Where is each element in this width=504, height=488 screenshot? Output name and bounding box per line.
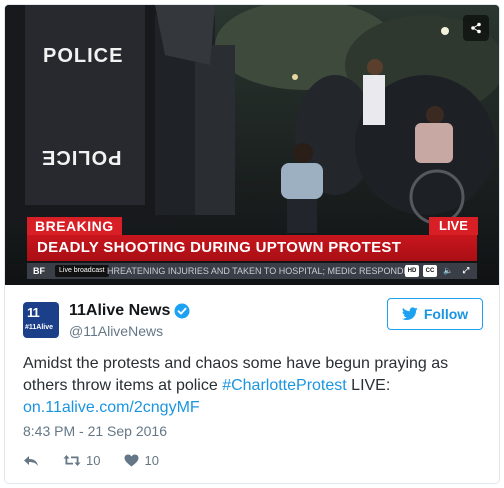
twitter-bird-icon (401, 307, 418, 320)
retweet-icon (63, 455, 81, 466)
verified-badge-icon (174, 303, 190, 319)
live-tag: LIVE (429, 217, 478, 235)
broadcast-headline: DEADLY SHOOTING DURING UPTOWN PROTEST (27, 235, 477, 261)
like-count: 10 (144, 453, 159, 468)
tweet-text-line1: Amidst the protests and chaos some have … (23, 355, 449, 372)
retweet-count: 10 (86, 453, 101, 468)
reply-button[interactable] (23, 455, 39, 467)
avatar-tag: #11Alive (25, 324, 54, 331)
video-player[interactable]: POLICE POLICE BREAKING LIVE DEADLY SHOOT… (5, 5, 499, 285)
follow-button[interactable]: Follow (387, 298, 483, 330)
fullscreen-icon[interactable]: ⤢ (459, 265, 473, 277)
tweet-text-live: LIVE: (346, 377, 391, 394)
police-shield-text: POLICE (43, 45, 124, 67)
police-shield-text-reflection: POLICE (41, 146, 122, 168)
breaking-label: BREAKING (27, 217, 122, 235)
ticker-text: HREATENING INJURIES AND TAKEN TO HOSPITA… (107, 266, 420, 276)
like-button[interactable]: 10 (124, 453, 159, 468)
share-button[interactable] (463, 15, 489, 41)
avatar[interactable]: 11 #11Alive (23, 302, 59, 338)
tweet-actions: 10 10 (23, 453, 183, 468)
avatar-number: 11 (27, 305, 40, 320)
tweet-text: Amidst the protests and chaos some have … (23, 353, 487, 419)
tweet-card: POLICE POLICE BREAKING LIVE DEADLY SHOOT… (4, 4, 500, 484)
account-name-row: 11Alive News (69, 302, 190, 320)
player-controls: HD CC 🔈 ⤢ (405, 265, 473, 277)
tweet-timestamp[interactable]: 8:43 PM - 21 Sep 2016 (23, 423, 167, 439)
follow-button-label: Follow (423, 306, 469, 322)
account-handle[interactable]: @11AliveNews (69, 323, 163, 339)
ticker-prefix: BF (33, 266, 45, 276)
live-broadcast-badge: Live broadcast (55, 265, 109, 277)
display-name[interactable]: 11Alive News (69, 302, 170, 320)
share-icon (471, 22, 481, 34)
news-ticker: BF Live broadcast HREATENING INJURIES AN… (27, 263, 477, 279)
hashtag-link[interactable]: #CharlotteProtest (222, 377, 347, 394)
tweet-body: 11 #11Alive 11Alive News @11AliveNews Fo… (5, 285, 499, 483)
url-link[interactable]: on.11alive.com/2cngyMF (23, 399, 200, 416)
volume-icon[interactable]: 🔈 (441, 265, 455, 277)
reply-icon (24, 455, 38, 466)
tweet-text-line2: others throw items at police (23, 377, 223, 394)
hd-button[interactable]: HD (405, 265, 419, 277)
retweet-button[interactable]: 10 (63, 453, 100, 468)
captions-button[interactable]: CC (423, 265, 437, 277)
heart-icon (124, 454, 139, 467)
